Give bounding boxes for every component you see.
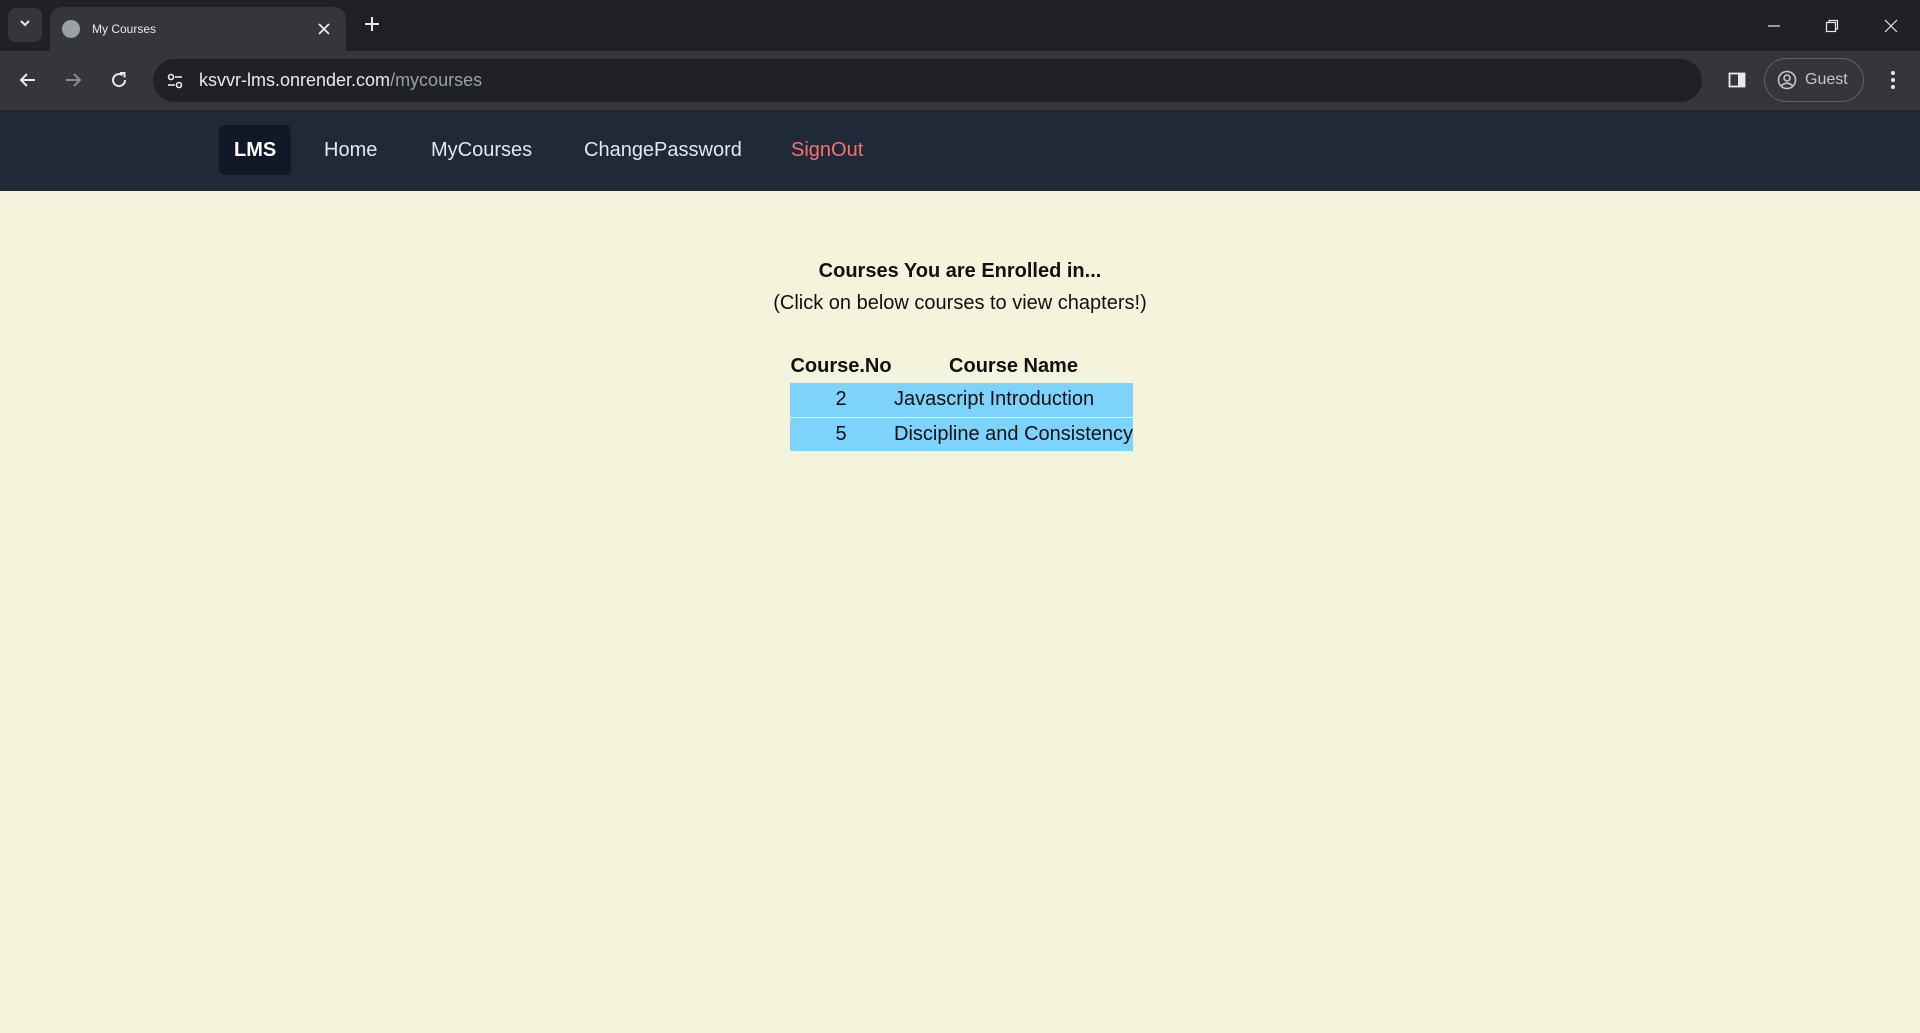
arrow-right-icon xyxy=(66,73,82,87)
profile-button[interactable]: Guest xyxy=(1764,58,1864,102)
minimize-icon xyxy=(1768,24,1780,27)
site-navbar: LMS Home MyCourses ChangePassword SignOu… xyxy=(0,110,1920,191)
nav-link-home[interactable]: Home xyxy=(309,125,392,175)
nav-link-changepassword[interactable]: ChangePassword xyxy=(569,125,757,175)
url-path: /mycourses xyxy=(390,70,483,90)
courses-table: Course.No Course Name 2 Javascript Intro… xyxy=(790,350,1134,452)
restore-icon xyxy=(1825,19,1839,32)
url-host: ksvvr-lms.onrender.com xyxy=(199,70,391,90)
course-no-cell: 5 xyxy=(790,417,892,452)
tab-title: My Courses xyxy=(92,22,157,36)
browser-tab-active[interactable]: My Courses xyxy=(50,7,346,51)
forward-button[interactable] xyxy=(56,63,90,97)
table-row[interactable]: 5 Discipline and Consistency xyxy=(790,417,1134,452)
profile-label: Guest xyxy=(1805,71,1848,88)
nav-link-signout[interactable]: SignOut xyxy=(776,125,878,175)
close-icon xyxy=(318,23,330,35)
nav-link-mycourses[interactable]: MyCourses xyxy=(416,125,547,175)
browser-toolbar: ksvvr-lms.onrender.com/mycourses Guest xyxy=(0,51,1920,110)
course-no-cell: 2 xyxy=(790,383,892,418)
course-name-cell[interactable]: Discipline and Consistency xyxy=(892,417,1134,452)
page-subtitle: (Click on below courses to view chapters… xyxy=(773,292,1147,314)
site-info-button[interactable] xyxy=(155,61,195,101)
close-icon xyxy=(1884,19,1898,32)
plus-icon xyxy=(365,17,379,31)
page-title: Courses You are Enrolled in... xyxy=(818,260,1102,282)
browser-menu-button[interactable] xyxy=(1876,63,1910,97)
course-name-cell[interactable]: Javascript Introduction xyxy=(892,383,1134,418)
globe-icon xyxy=(62,20,80,38)
chevron-down-icon xyxy=(18,16,32,35)
table-row[interactable]: 2 Javascript Introduction xyxy=(790,383,1134,418)
restore-button[interactable] xyxy=(1803,0,1861,51)
minimize-button[interactable] xyxy=(1745,0,1803,51)
tab-search-button[interactable] xyxy=(8,8,42,42)
reload-icon xyxy=(112,72,127,88)
browser-tab-strip: My Courses xyxy=(0,0,1920,51)
new-tab-button[interactable] xyxy=(358,10,386,38)
side-panel-icon xyxy=(1728,72,1746,88)
nav-brand-lms[interactable]: LMS xyxy=(219,125,292,175)
kebab-menu-icon xyxy=(1891,71,1895,89)
arrow-left-icon xyxy=(19,73,35,87)
column-header-course-name: Course Name xyxy=(949,355,1078,377)
table-header-row: Course.No Course Name xyxy=(790,350,1133,383)
reload-button[interactable] xyxy=(102,63,136,97)
address-bar[interactable]: ksvvr-lms.onrender.com/mycourses xyxy=(153,59,1702,102)
url-text: ksvvr-lms.onrender.com/mycourses xyxy=(199,70,482,91)
tab-close-button[interactable] xyxy=(314,19,334,39)
column-header-course-no: Course.No xyxy=(790,355,892,377)
account-circle-icon xyxy=(1777,70,1797,90)
close-window-button[interactable] xyxy=(1862,0,1920,51)
back-button[interactable] xyxy=(11,63,45,97)
tune-icon xyxy=(167,73,183,88)
side-panel-button[interactable] xyxy=(1720,63,1754,97)
